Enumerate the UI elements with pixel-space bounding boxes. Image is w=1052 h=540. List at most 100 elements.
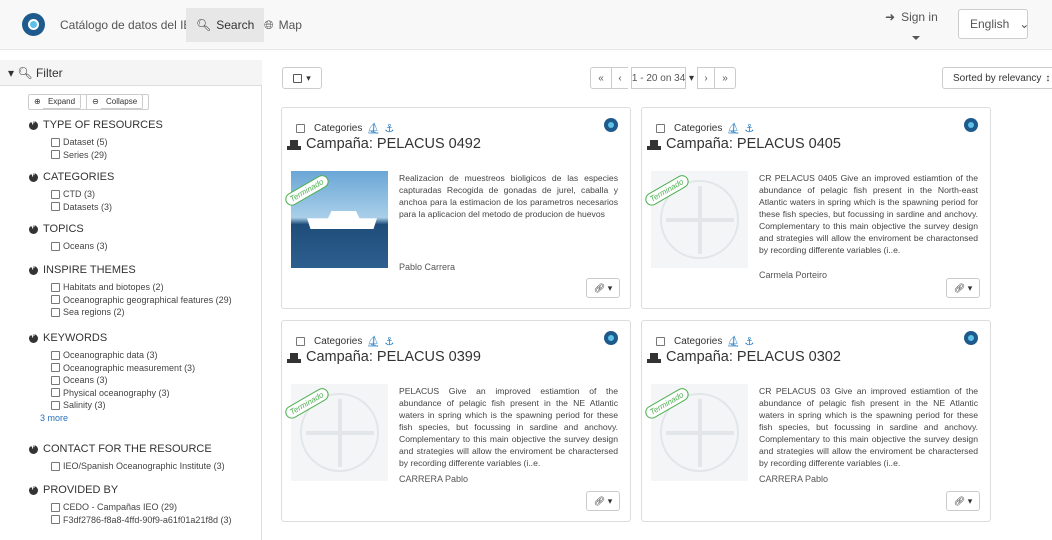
source-logo-icon[interactable] bbox=[604, 118, 618, 132]
card-title[interactable]: Campaña: PELACUS 0492 bbox=[287, 136, 481, 152]
select-all-button[interactable]: ▾ bbox=[282, 67, 322, 89]
facet-section-title: PROVIDED BY bbox=[43, 484, 119, 496]
result-card[interactable]: Categories ⛵︎ ⚓︎ Campaña: PELACUS 0405 Termi… bbox=[641, 107, 991, 309]
card-select-checkbox[interactable] bbox=[296, 337, 305, 346]
facet-option[interactable]: Dataset (5) bbox=[51, 137, 108, 147]
plus-circle-icon bbox=[29, 482, 38, 495]
expand-button[interactable]: ⊕ Expand bbox=[28, 94, 88, 110]
card-title[interactable]: Campaña: PELACUS 0399 bbox=[287, 349, 481, 365]
facet-option[interactable]: CEDO - Campañas IEO (29) bbox=[51, 502, 177, 512]
pagination: « ‹ 1 - 20 on 34 ▾ › » bbox=[590, 67, 736, 89]
facet-section-header[interactable]: KEYWORDS bbox=[29, 330, 108, 344]
facet-option[interactable]: Physical oceanography (3) bbox=[51, 388, 170, 398]
categories-label: Categories bbox=[674, 336, 723, 347]
facet-option[interactable]: Series (29) bbox=[51, 150, 107, 160]
links-dropdown-button[interactable]: 🔗︎ ▾ bbox=[946, 491, 980, 511]
caret-down-icon: ▾ bbox=[306, 72, 311, 83]
collapse-button[interactable]: ⊖ Collapse bbox=[87, 94, 150, 110]
checkbox[interactable] bbox=[51, 241, 60, 251]
card-author: Pablo Carrera bbox=[399, 262, 456, 272]
facet-section-header[interactable]: CATEGORIES bbox=[29, 169, 115, 183]
language-select[interactable]: English ⌄ bbox=[958, 9, 1029, 39]
checkbox[interactable] bbox=[51, 350, 60, 360]
checkbox[interactable] bbox=[51, 202, 60, 211]
facet-section-header[interactable]: TYPE OF RESOURCES bbox=[29, 117, 163, 131]
card-title[interactable]: Campaña: PELACUS 0405 bbox=[647, 136, 841, 152]
link-icon: 🔗︎ bbox=[953, 495, 966, 506]
card-title-text: Campaña: PELACUS 0492 bbox=[306, 136, 481, 152]
facet-option[interactable]: Habitats and biotopes (2) bbox=[51, 282, 164, 292]
facet-option-label: Oceanographic geographical features (29) bbox=[63, 294, 232, 305]
checkbox[interactable] bbox=[51, 363, 60, 372]
sort-label: Sorted by relevancy bbox=[953, 72, 1042, 84]
facet-option[interactable]: CTD (3) bbox=[51, 189, 95, 199]
source-logo-icon[interactable] bbox=[964, 118, 978, 132]
facet-section-header[interactable]: CONTACT FOR THE RESOURCE bbox=[29, 441, 212, 455]
links-dropdown-button[interactable]: 🔗︎ ▾ bbox=[586, 491, 620, 511]
facet-option[interactable]: Oceanographic geographical features (29) bbox=[51, 295, 232, 305]
checkbox[interactable] bbox=[51, 137, 60, 147]
ship-category-icon: ⛵︎ bbox=[726, 123, 741, 135]
caret-down-icon: ▾ bbox=[8, 66, 15, 80]
facet-option[interactable]: IEO/Spanish Oceanographic Institute (3) bbox=[51, 461, 225, 471]
facet-option[interactable]: Salinity (3) bbox=[51, 400, 106, 410]
facet-section-header[interactable]: PROVIDED BY bbox=[29, 482, 119, 496]
checkbox[interactable] bbox=[51, 461, 60, 471]
nav-search-tab[interactable]: 🔍︎ Search bbox=[186, 8, 265, 42]
facet-option[interactable]: Datasets (3) bbox=[51, 202, 112, 212]
signin-caret-icon[interactable] bbox=[912, 36, 920, 40]
ieo-logo-icon[interactable] bbox=[22, 13, 45, 36]
sort-select[interactable]: Sorted by relevancy ↕ bbox=[942, 67, 1052, 89]
card-title[interactable]: Campaña: PELACUS 0302 bbox=[647, 349, 841, 365]
facet-section-title: KEYWORDS bbox=[43, 332, 108, 344]
next-page-button[interactable]: › bbox=[697, 67, 715, 89]
filter-header[interactable]: ▾ 🔍︎ Filter bbox=[0, 60, 262, 86]
source-logo-icon[interactable] bbox=[604, 331, 618, 345]
facet-section-header[interactable]: INSPIRE THEMES bbox=[29, 262, 136, 276]
links-dropdown-button[interactable]: 🔗︎ ▾ bbox=[586, 278, 620, 298]
plus-circle-icon bbox=[29, 330, 38, 343]
facet-option[interactable]: Oceanographic data (3) bbox=[51, 350, 158, 360]
card-select-checkbox[interactable] bbox=[296, 124, 305, 133]
facet-option[interactable]: Oceans (3) bbox=[51, 375, 108, 385]
links-dropdown-button[interactable]: 🔗︎ ▾ bbox=[946, 278, 980, 298]
checkbox[interactable] bbox=[51, 189, 60, 199]
result-card[interactable]: Categories ⛵︎ ⚓︎ Campaña: PELACUS 0302 Termi… bbox=[641, 320, 991, 522]
facet-option[interactable]: Oceanographic measurement (3) bbox=[51, 363, 195, 373]
checkbox[interactable] bbox=[51, 295, 60, 304]
checkbox[interactable] bbox=[51, 502, 60, 512]
facet-option[interactable]: F3df2786-f8a8-4ffd-90f9-a61f01a21f8d (3) bbox=[51, 515, 231, 525]
card-author: Carmela Porteiro bbox=[759, 270, 828, 280]
brand-title[interactable]: Catálogo de datos del IEO bbox=[60, 18, 201, 32]
result-card[interactable]: Categories ⛵︎ ⚓︎ Campaña: PELACUS 0492 Termi… bbox=[281, 107, 631, 309]
facet-section-title: CATEGORIES bbox=[43, 171, 115, 183]
checkbox[interactable] bbox=[51, 375, 60, 385]
checkbox[interactable] bbox=[51, 388, 60, 397]
show-more-link[interactable]: 3 more bbox=[40, 413, 68, 423]
source-logo-icon[interactable] bbox=[964, 331, 978, 345]
checkbox[interactable] bbox=[51, 150, 60, 159]
prev-page-button[interactable]: ‹ bbox=[611, 67, 629, 89]
facet-option-label: Series (29) bbox=[63, 149, 108, 160]
checkbox[interactable] bbox=[51, 400, 60, 410]
page-range-dropdown[interactable]: 1 - 20 on 34 ▾ bbox=[628, 67, 698, 89]
facet-option-label: Salinity (3) bbox=[63, 400, 106, 410]
ship-icon bbox=[647, 138, 661, 150]
card-select-checkbox[interactable] bbox=[656, 337, 665, 346]
result-card[interactable]: Categories ⛵︎ ⚓︎ Campaña: PELACUS 0399 Termi… bbox=[281, 320, 631, 522]
checkbox[interactable] bbox=[51, 515, 60, 524]
expand-collapse-group: ⊕ Expand ⊖ Collapse bbox=[28, 94, 150, 110]
facet-option[interactable]: Sea regions (2) bbox=[51, 307, 125, 317]
facet-section-header[interactable]: TOPICS bbox=[29, 221, 84, 235]
facet-option-label: Oceans (3) bbox=[63, 241, 108, 251]
facet-option-label: Sea regions (2) bbox=[63, 307, 125, 317]
anchor-icon: ⚓︎ bbox=[744, 123, 755, 135]
card-select-checkbox[interactable] bbox=[656, 124, 665, 133]
nav-map-tab[interactable]: 🌐︎ Map bbox=[264, 8, 302, 42]
checkbox[interactable] bbox=[51, 307, 60, 317]
facet-option[interactable]: Oceans (3) bbox=[51, 241, 108, 251]
signin-link[interactable]: ➜ Sign in bbox=[885, 10, 938, 24]
first-page-button[interactable]: « bbox=[590, 67, 612, 89]
checkbox[interactable] bbox=[51, 282, 60, 292]
last-page-button[interactable]: » bbox=[714, 67, 736, 89]
